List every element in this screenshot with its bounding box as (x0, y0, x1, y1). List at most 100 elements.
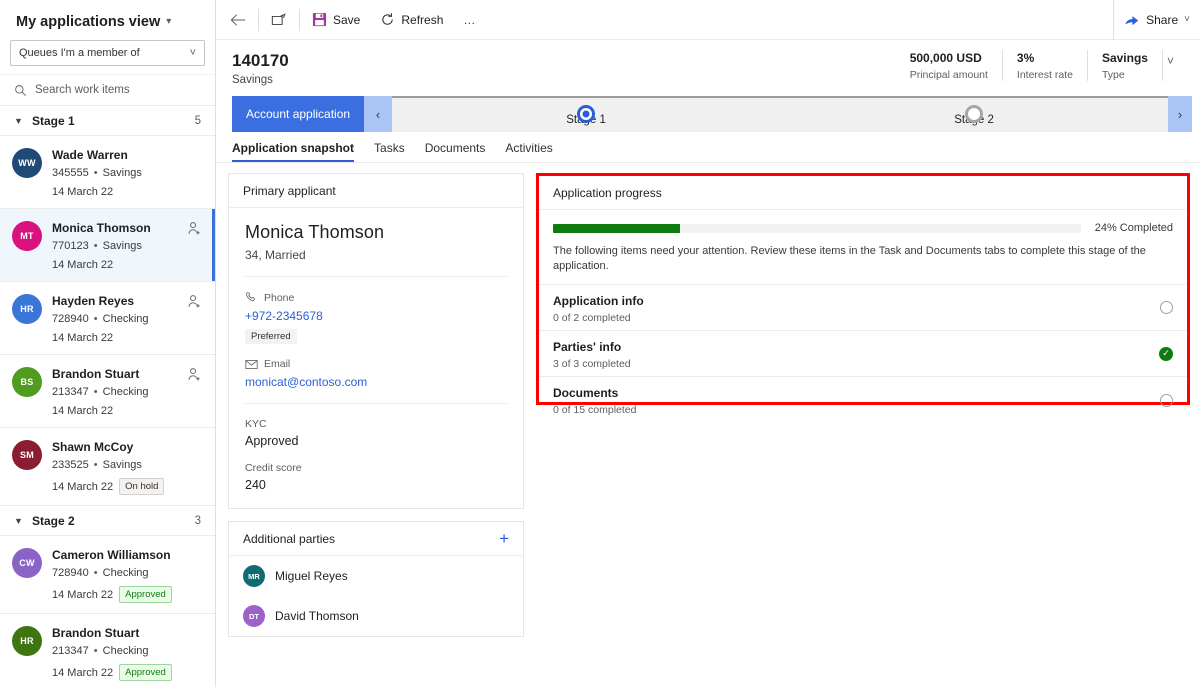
stage-group-name: Stage 1 (32, 113, 75, 128)
checklist-text: Application info 0 of 2 completed (553, 292, 1160, 324)
kyc-value: Approved (245, 434, 299, 448)
work-item-row[interactable]: MT Monica Thomson 770123 • Savings 14 March… (0, 209, 215, 282)
work-item-date: 14 March 22 (52, 332, 114, 344)
avatar: CW (12, 548, 42, 578)
tab-activities[interactable]: Activities (495, 132, 562, 162)
process-stage-1[interactable]: Stage 1 (392, 105, 780, 132)
work-item-body: Brandon Stuart 213347 • Checking 14 March … (52, 624, 177, 681)
work-item-subtitle: 770123 • Savings (52, 240, 142, 252)
process-name-label: Account application (246, 107, 351, 121)
work-item-date: 14 March 22 (52, 666, 114, 679)
phone-label-text: Phone (264, 291, 295, 304)
checklist-text: Parties' info 3 of 3 completed (553, 338, 1159, 370)
record-kpis: 500,000 USD Principal amount 3% Interest… (896, 50, 1184, 81)
tab-documents[interactable]: Documents (415, 132, 496, 162)
party-list-item[interactable]: DT David Thomson (229, 596, 523, 636)
open-record-button[interactable] (261, 0, 297, 40)
work-item-meta: 14 March 22 Approved (52, 664, 177, 681)
row-icon-placeholder (187, 146, 205, 198)
tab-application-snapshot[interactable]: Application snapshot (232, 132, 364, 162)
kyc-label: KYC (245, 418, 507, 430)
stage-group-header[interactable]: ▼ Stage 2 3 (0, 506, 215, 536)
work-item-row[interactable]: HR Brandon Stuart 213347 • Checking 14 Marc… (0, 614, 215, 687)
stage-node-active-icon (577, 105, 596, 123)
command-bar: Save Refresh … Share ˅ (216, 0, 1200, 40)
stage-group-header[interactable]: ▼ Stage 1 5 (0, 106, 215, 136)
work-items-panel: My applications view ▾ Queues I'm a memb… (0, 0, 216, 687)
phone-link[interactable]: +972-2345678 (245, 309, 507, 323)
tab-strip[interactable]: Application snapshot Tasks Documents Activi… (216, 132, 1200, 163)
kpi-interest-rate: 3% Interest rate (1003, 50, 1088, 81)
kpi-label: Type (1101, 69, 1125, 81)
progress-bar-fill (553, 223, 680, 233)
checklist-subtitle: 0 of 2 completed (553, 311, 631, 324)
divider (245, 403, 507, 404)
main-panel: Save Refresh … Share ˅ 140170 Savings 50… (216, 0, 1200, 687)
progress-checklist-row[interactable]: Application info 0 of 2 completed (539, 285, 1187, 331)
search-work-items[interactable]: Search work items (0, 74, 215, 106)
phone-icon (245, 291, 258, 304)
avatar: MT (12, 221, 42, 251)
primary-applicant-card: Primary applicant Monica Thomson 34, Mar… (228, 173, 524, 509)
card-title: Application progress (553, 185, 662, 200)
assign-person-icon[interactable] (187, 365, 205, 417)
left-column: Primary applicant Monica Thomson 34, Mar… (228, 173, 524, 687)
work-item-subtitle: 213347 • Checking (52, 645, 149, 657)
content-area: Primary applicant Monica Thomson 34, Mar… (216, 163, 1200, 687)
process-stage-2[interactable]: Stage 2 (780, 105, 1168, 132)
work-items-list[interactable]: ▼ Stage 1 5 WW Wade Warren 345555 • Savings 14… (0, 106, 215, 687)
overflow-menu-button[interactable]: … (453, 0, 486, 40)
work-item-row[interactable]: SM Shawn McCoy 233525 • Savings 14 March 22… (0, 428, 215, 506)
work-item-name: Brandon Stuart (52, 626, 140, 640)
checklist-text: Documents 0 of 15 completed (553, 384, 1160, 416)
view-title[interactable]: My applications view ▾ (0, 0, 215, 40)
work-item-subtitle: 213347 • Checking (52, 386, 149, 398)
work-item-row[interactable]: CW Cameron Williamson 728940 • Checking 14 … (0, 536, 215, 614)
tab-tasks[interactable]: Tasks (364, 132, 415, 162)
work-item-body: Cameron Williamson 728940 • Checking 14 Ma… (52, 546, 177, 603)
share-button[interactable]: Share ˅ (1114, 0, 1200, 40)
assign-person-icon[interactable] (187, 292, 205, 344)
applicant-name: Monica Thomson (245, 222, 385, 242)
record-id: 140170 (232, 51, 289, 70)
empty-circle-icon (1160, 393, 1173, 407)
work-item-row[interactable]: WW Wade Warren 345555 • Savings 14 March 22 (0, 136, 215, 209)
right-column: Application progress 24% Completed The f… (536, 173, 1190, 687)
save-button[interactable]: Save (302, 0, 370, 40)
primary-applicant-body: Monica Thomson 34, Married Phone +972-23… (229, 208, 523, 508)
additional-parties-card-header: Additional parties + (229, 522, 523, 556)
progress-checklist-row[interactable]: Parties' info 3 of 3 completed ✓ (539, 331, 1187, 377)
process-next-button[interactable]: › (1168, 96, 1192, 132)
process-name[interactable]: Account application (232, 96, 365, 132)
assign-person-icon[interactable] (187, 219, 205, 271)
credit-score-label: Credit score (245, 462, 507, 474)
progress-checklist-row[interactable]: Documents 0 of 15 completed (539, 377, 1187, 423)
checklist-title: Application info (553, 293, 644, 308)
record-identity: 140170 Savings (232, 50, 289, 86)
work-item-name: Brandon Stuart (52, 367, 140, 381)
work-item-subtitle: 728940 • Checking (52, 313, 149, 325)
chevron-down-icon: ˅ (1184, 13, 1190, 25)
checklist-title: Parties' info (553, 339, 622, 354)
work-item-row[interactable]: HR Hayden Reyes 728940 • Checking 14 March … (0, 282, 215, 355)
work-item-date: 14 March 22 (52, 588, 114, 601)
kpi-value: 3% (1016, 51, 1035, 65)
divider (245, 276, 507, 277)
work-item-meta: 14 March 22 On hold (52, 478, 177, 495)
email-link[interactable]: monicat@contoso.com (245, 375, 507, 389)
work-item-row[interactable]: BS Brandon Stuart 213347 • Checking 14 Marc… (0, 355, 215, 428)
expand-header-button[interactable]: ˅ (1163, 50, 1184, 68)
queue-select[interactable]: Queues I'm a member of ˅ (10, 40, 205, 66)
progress-bar-row: 24% Completed (553, 222, 1173, 234)
work-item-body: Shawn McCoy 233525 • Savings 14 March 22 On… (52, 438, 177, 495)
avatar: SM (12, 440, 42, 470)
phone-field-label: Phone (245, 291, 507, 304)
stage-group-count: 3 (194, 514, 201, 527)
back-button[interactable] (220, 0, 256, 40)
refresh-button[interactable]: Refresh (370, 0, 453, 40)
plus-icon[interactable]: + (499, 530, 509, 547)
party-list-item[interactable]: MR Miguel Reyes (229, 556, 523, 596)
work-item-name: Cameron Williamson (52, 548, 171, 562)
process-prev-button[interactable]: ‹ (364, 96, 393, 132)
email-label-text: Email (264, 358, 291, 370)
